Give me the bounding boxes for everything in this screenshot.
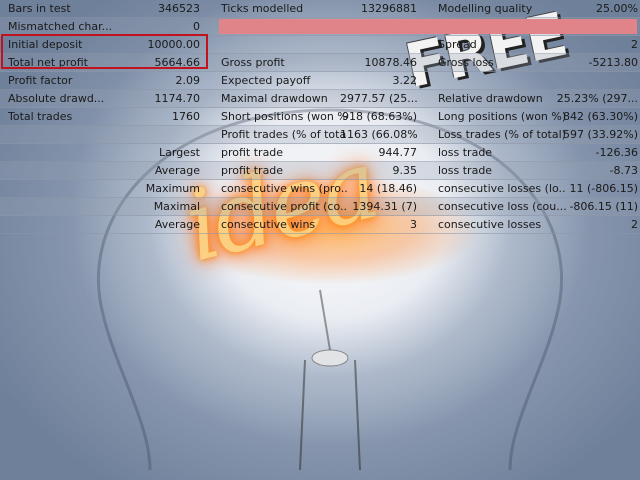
maximal-drawdown-value: 2977.57 (25.... bbox=[340, 92, 417, 105]
average-label: Average bbox=[154, 164, 200, 177]
table-row: Average profit trade 9.35 loss trade -8.… bbox=[0, 162, 640, 180]
largest-label: Largest bbox=[159, 146, 200, 159]
table-row: Absolute drawd... 1174.70 Maximal drawdo… bbox=[0, 90, 640, 108]
ticks-modelled-label: Ticks modelled bbox=[221, 2, 304, 15]
absolute-drawdown-value: 1174.70 bbox=[154, 92, 201, 105]
profit-factor-value: 2.09 bbox=[175, 74, 201, 87]
table-row: Largest profit trade 944.77 loss trade -… bbox=[0, 144, 640, 162]
consecutive-wins-value: 14 (18.46) bbox=[359, 182, 417, 195]
spread-value: 2 bbox=[631, 38, 638, 51]
table-row: Bars in test 346523 Ticks modelled 13296… bbox=[0, 0, 640, 18]
average-consecutive-losses-value: 2 bbox=[631, 218, 638, 231]
short-positions-label: Short positions (won %) bbox=[221, 110, 347, 123]
gross-profit-label: Gross profit bbox=[221, 56, 285, 69]
profit-trades-label: Profit trades (% of total) bbox=[221, 128, 347, 141]
table-row: Profit trades (% of total) 1163 (66.08%)… bbox=[0, 126, 640, 144]
relative-drawdown-value: 25.23% (297... bbox=[556, 92, 638, 105]
average-consecutive-label: Average bbox=[154, 218, 200, 231]
average-profit-trade-label: profit trade bbox=[221, 164, 284, 177]
modelling-quality-bar bbox=[219, 19, 637, 34]
largest-profit-trade-value: 944.77 bbox=[378, 146, 418, 159]
table-row: Maximal consecutive profit (co... 1394.3… bbox=[0, 198, 640, 216]
table-row: Total trades 1760 Short positions (won %… bbox=[0, 108, 640, 126]
bars-in-test-value: 346523 bbox=[158, 2, 200, 15]
consecutive-profit-label: consecutive profit (co... bbox=[221, 200, 347, 213]
short-positions-value: 918 (68.63%) bbox=[341, 110, 417, 123]
modelling-quality-value: 25.00% bbox=[596, 2, 638, 15]
table-row: Average consecutive wins 3 consecutive l… bbox=[0, 216, 640, 234]
maximum-label: Maximum bbox=[145, 182, 200, 195]
expected-payoff-value: 3.22 bbox=[392, 74, 418, 87]
largest-loss-trade-value: -126.36 bbox=[595, 146, 638, 159]
maximal-label: Maximal bbox=[153, 200, 200, 213]
consecutive-profit-value: 1394.31 (7) bbox=[352, 200, 417, 213]
ticks-modelled-value: 13296881 bbox=[361, 2, 417, 15]
consecutive-losses-value: 11 (-806.15) bbox=[569, 182, 638, 195]
table-row: Profit factor 2.09 Expected payoff 3.22 bbox=[0, 72, 640, 90]
mismatched-charts-value: 0 bbox=[193, 20, 200, 33]
average-consecutive-wins-value: 3 bbox=[410, 218, 417, 231]
expected-payoff-label: Expected payoff bbox=[221, 74, 311, 87]
gross-profit-value: 10878.46 bbox=[364, 56, 418, 69]
consecutive-loss-value: -806.15 (11) bbox=[569, 200, 638, 213]
loss-trades-value: 597 (33.92%) bbox=[562, 128, 638, 141]
average-loss-trade-value: -8.73 bbox=[609, 164, 638, 177]
average-profit-trade-value: 9.35 bbox=[392, 164, 418, 177]
total-trades-value: 1760 bbox=[172, 110, 200, 123]
maximal-drawdown-label: Maximal drawdown bbox=[221, 92, 328, 105]
table-row: Maximum consecutive wins (pro... 14 (18.… bbox=[0, 180, 640, 198]
long-positions-value: 842 (63.30%) bbox=[562, 110, 638, 123]
highlight-box bbox=[1, 34, 208, 69]
average-consecutive-wins-label: consecutive wins bbox=[221, 218, 316, 231]
consecutive-wins-label: consecutive wins (pro... bbox=[221, 182, 347, 195]
largest-profit-trade-label: profit trade bbox=[221, 146, 284, 159]
gross-loss-value: -5213.80 bbox=[588, 56, 638, 69]
profit-trades-value: 1163 (66.08%) bbox=[340, 128, 417, 141]
